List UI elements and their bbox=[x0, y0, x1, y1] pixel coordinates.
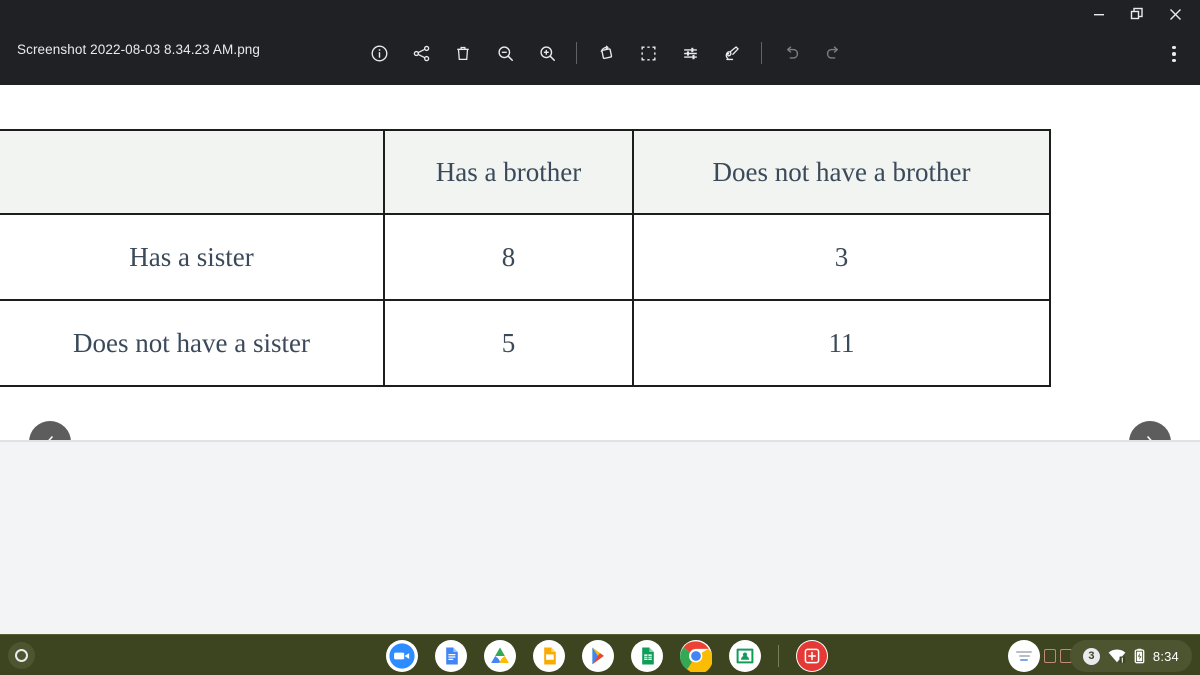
more-vert-icon-dot-2 bbox=[1172, 52, 1176, 56]
undo-button[interactable] bbox=[770, 36, 812, 70]
restore-button[interactable] bbox=[1118, 0, 1156, 28]
chrome-icon bbox=[680, 641, 712, 672]
cell-no-sister-has-brother: 5 bbox=[383, 299, 634, 387]
window-controls bbox=[1080, 0, 1194, 28]
row-label-has-sister: Has a sister bbox=[0, 213, 385, 301]
table-header-no-brother: Does not have a brother bbox=[632, 129, 1051, 215]
undo-icon bbox=[786, 45, 798, 59]
image-viewport[interactable]: Has a brother Does not have a brother Ha… bbox=[0, 85, 1200, 463]
restore-icon bbox=[1130, 7, 1143, 20]
two-way-frequency-table: Has a brother Does not have a brother Ha… bbox=[0, 129, 1051, 387]
share-button[interactable] bbox=[400, 36, 442, 70]
info-icon bbox=[371, 45, 387, 61]
battery-icon bbox=[1134, 648, 1145, 664]
cell-no-sister-no-brother: 11 bbox=[632, 299, 1051, 387]
avatar[interactable] bbox=[1008, 640, 1040, 672]
rotate-icon bbox=[599, 44, 612, 59]
avatar-line-2 bbox=[1018, 655, 1030, 657]
info-button[interactable] bbox=[358, 36, 400, 70]
wifi-warning-icon bbox=[1108, 649, 1126, 664]
notification-count-badge[interactable]: 3 bbox=[1082, 647, 1100, 665]
adjust-button[interactable] bbox=[669, 36, 711, 70]
launcher-icon bbox=[15, 649, 28, 662]
close-icon bbox=[1169, 8, 1181, 20]
shelf-app-list bbox=[386, 640, 828, 672]
shelf-separator bbox=[778, 645, 779, 667]
google-sheets-icon bbox=[632, 641, 662, 671]
crop-button[interactable] bbox=[627, 36, 669, 70]
google-slides-icon bbox=[534, 641, 564, 671]
table-header-has-brother: Has a brother bbox=[383, 129, 634, 215]
google-classroom-icon bbox=[730, 641, 760, 671]
shelf-item-zoom[interactable] bbox=[386, 640, 418, 672]
red-app-icon bbox=[797, 641, 827, 671]
more-vert-icon-dot-1 bbox=[1172, 45, 1176, 50]
google-docs-icon bbox=[436, 641, 466, 671]
status-tray[interactable]: 3 8:34 bbox=[1069, 640, 1192, 672]
minimize-icon bbox=[1094, 14, 1104, 16]
window-preview-group[interactable] bbox=[1008, 640, 1072, 672]
toolbar-separator-2 bbox=[761, 42, 762, 64]
answer-bar: ver: Submit Answer bbox=[0, 442, 1200, 634]
share-icon bbox=[413, 45, 429, 61]
shelf-item-docs[interactable] bbox=[435, 640, 467, 672]
annotate-icon bbox=[725, 45, 739, 60]
more-vert-icon-dot-3 bbox=[1172, 58, 1176, 63]
annotate-button[interactable] bbox=[711, 36, 753, 70]
delete-button[interactable] bbox=[442, 36, 484, 70]
cell-has-sister-no-brother: 3 bbox=[632, 213, 1051, 301]
zoom-in-button[interactable] bbox=[526, 36, 568, 70]
chromeos-shelf: 3 8:34 bbox=[0, 634, 1200, 675]
adjust-icon bbox=[683, 47, 697, 59]
zoom-in-icon bbox=[539, 45, 555, 61]
table-head: Has a brother Does not have a brother bbox=[0, 129, 1051, 215]
redo-button[interactable] bbox=[812, 36, 854, 70]
table-row: Does not have a sister 5 11 bbox=[0, 299, 1051, 387]
cell-has-sister-has-brother: 8 bbox=[383, 213, 634, 301]
clock[interactable]: 8:34 bbox=[1153, 649, 1179, 664]
table-corner-header bbox=[0, 129, 385, 215]
avatar-line-1 bbox=[1016, 651, 1032, 653]
zoom-out-button[interactable] bbox=[484, 36, 526, 70]
shelf-item-slides[interactable] bbox=[533, 640, 565, 672]
minimize-button[interactable] bbox=[1080, 0, 1118, 28]
shelf-item-chrome[interactable] bbox=[680, 640, 712, 672]
shelf-item-red-app[interactable] bbox=[796, 640, 828, 672]
delete-icon bbox=[457, 46, 469, 61]
shelf-item-classroom[interactable] bbox=[729, 640, 761, 672]
two-way-frequency-table-wrap: Has a brother Does not have a brother Ha… bbox=[0, 129, 1051, 387]
rotate-button[interactable] bbox=[585, 36, 627, 70]
shelf-item-sheets[interactable] bbox=[631, 640, 663, 672]
screen-root: Screenshot 2022-08-03 8.34.23 AM.png Has… bbox=[0, 0, 1200, 675]
table-row: Has a sister 8 3 bbox=[0, 213, 1051, 301]
shelf-item-play-store[interactable] bbox=[582, 640, 614, 672]
launcher-button[interactable] bbox=[8, 642, 35, 669]
table-body: Has a sister 8 3 Does not have a sister … bbox=[0, 213, 1051, 387]
file-name-title: Screenshot 2022-08-03 8.34.23 AM.png bbox=[17, 42, 261, 57]
shelf-item-drive[interactable] bbox=[484, 640, 516, 672]
image-toolbar bbox=[358, 36, 854, 70]
row-label-no-sister: Does not have a sister bbox=[0, 299, 385, 387]
play-store-icon bbox=[583, 641, 613, 671]
avatar-line-3 bbox=[1020, 659, 1028, 661]
toolbar-separator-1 bbox=[576, 42, 577, 64]
more-options-button[interactable] bbox=[1158, 38, 1190, 70]
app-titlebar: Screenshot 2022-08-03 8.34.23 AM.png bbox=[0, 0, 1200, 85]
zoom-app-icon bbox=[387, 641, 417, 671]
table-header-row: Has a brother Does not have a brother bbox=[0, 129, 1051, 215]
redo-icon bbox=[826, 45, 838, 59]
google-drive-icon bbox=[485, 641, 515, 671]
zoom-out-icon bbox=[497, 45, 513, 61]
crop-icon bbox=[640, 45, 656, 61]
window-preview-1[interactable] bbox=[1044, 649, 1056, 663]
close-button[interactable] bbox=[1156, 0, 1194, 28]
